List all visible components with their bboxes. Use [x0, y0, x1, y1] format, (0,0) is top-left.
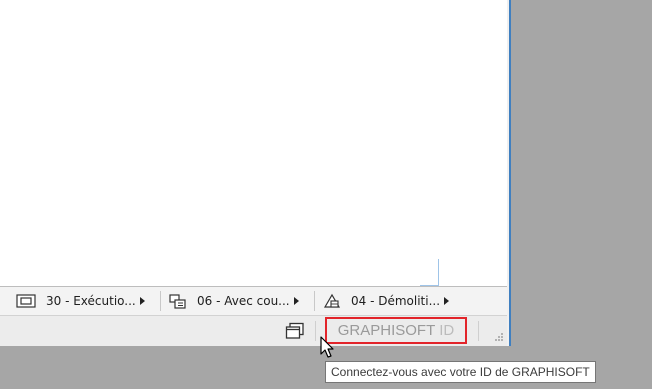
renovation-filter-selector[interactable]: 04 - Démoliti...: [323, 287, 450, 315]
model-view-options-selector[interactable]: 06 - Avec cou...: [169, 287, 299, 315]
status-bar-divider: [478, 321, 479, 341]
graphisoft-brand-text: GRAPHISOFT: [337, 322, 436, 339]
renovation-filter-icon: [323, 293, 341, 308]
status-bar: GRAPHISOFT ID: [0, 316, 507, 346]
window-toggle-icon[interactable]: [285, 322, 305, 340]
layer-combination-arrow-icon: [139, 297, 145, 305]
window-edge: [509, 0, 511, 346]
graphisoft-id-text: ID: [439, 322, 455, 339]
renovation-filter-arrow-icon: [444, 297, 450, 305]
status-bar-divider: [315, 321, 316, 341]
resize-grip-icon[interactable]: [494, 332, 504, 342]
quick-options-divider: [314, 291, 315, 311]
app-window: 30 - Exécutio... 06 - Avec cou... 04 - D…: [0, 0, 511, 346]
model-view-options-arrow-icon: [293, 297, 299, 305]
layer-combination-icon: [16, 294, 36, 308]
model-view-options-icon: [169, 294, 186, 309]
graphisoft-id-button[interactable]: GRAPHISOFT ID: [325, 317, 467, 344]
quick-options-bar: 30 - Exécutio... 06 - Avec cou... 04 - D…: [0, 287, 507, 316]
quick-options-divider: [160, 291, 161, 311]
model-view-options-label: 06 - Avec cou...: [197, 294, 290, 308]
layer-combination-label: 30 - Exécutio...: [46, 294, 136, 308]
layer-combination-selector[interactable]: 30 - Exécutio...: [16, 287, 145, 315]
drawing-canvas[interactable]: [0, 0, 507, 286]
renovation-filter-label: 04 - Démoliti...: [351, 294, 441, 308]
canvas-corner-marker: [438, 259, 439, 286]
graphisoft-id-tooltip: Connectez-vous avec votre ID de GRAPHISO…: [325, 361, 596, 383]
mouse-pointer-icon: [320, 336, 334, 358]
